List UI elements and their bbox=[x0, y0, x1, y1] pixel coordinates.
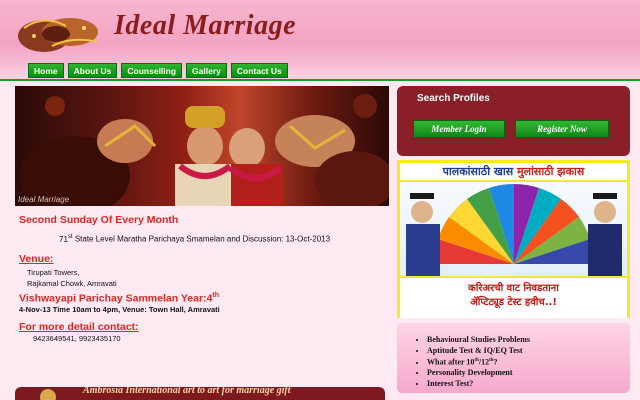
venue-line-2: Rajkamal Chowk, Amravati bbox=[27, 278, 117, 288]
nav-home[interactable]: Home bbox=[28, 63, 64, 78]
search-profiles-title: Search Profiles bbox=[417, 93, 490, 104]
event-number: 71 bbox=[59, 234, 68, 244]
service-item: Interest Test? bbox=[427, 379, 530, 390]
banner-tagline: करिअरची वाट निवडताना ॲप्टिट्यूड टेस्ट हव… bbox=[400, 278, 627, 318]
career-wheel-illustration bbox=[406, 184, 622, 276]
nav-contact-us[interactable]: Contact Us bbox=[230, 63, 288, 78]
services-list: Behavioural Studies Problems Aptitude Te… bbox=[397, 335, 530, 389]
vishwayapi-heading-text: Vishwayapi Parichay Sammelan Year:4 bbox=[19, 292, 213, 305]
banner-headline-parents: पालकांसाठी खास bbox=[442, 165, 514, 178]
hero-wedding-photo: Ideal Marriage bbox=[15, 86, 389, 206]
banner-tagline-line-1: करिअरची वाट निवडताना bbox=[468, 283, 559, 294]
search-profiles-panel: Search Profiles Member Login Register No… bbox=[397, 86, 630, 156]
event-number-suffix: st bbox=[67, 234, 73, 240]
vishwayapi-heading-suffix: th bbox=[212, 291, 220, 299]
banner-headline: पालकांसाठी खास मुलांसाठी झकास bbox=[400, 163, 627, 180]
contact-numbers: 9423649541, 9923435170 bbox=[33, 334, 121, 344]
gift-logo-icon bbox=[40, 389, 56, 400]
vishwayapi-details: 4-Nov-13 Time 10am to 4pm, Venue: Town H… bbox=[19, 305, 220, 315]
nav-about-us[interactable]: About Us bbox=[67, 63, 118, 78]
wedding-scene-illustration bbox=[20, 94, 389, 206]
main-nav: Home About Us Counselling Gallery Contac… bbox=[28, 63, 288, 78]
nav-counselling[interactable]: Counselling bbox=[121, 63, 183, 78]
member-login-button[interactable]: Member Login bbox=[413, 120, 505, 138]
banner-graphic bbox=[400, 182, 627, 276]
venue-label: Venue: bbox=[19, 252, 54, 265]
site-logo-text[interactable]: Ideal Marriage bbox=[114, 10, 296, 42]
nav-gallery[interactable]: Gallery bbox=[186, 63, 227, 78]
event-heading: Second Sunday Of Every Month bbox=[19, 214, 179, 226]
site-header: Ideal Marriage Home About Us Counselling… bbox=[0, 0, 640, 80]
contact-label: For more detail contact: bbox=[19, 321, 139, 334]
vishwayapi-heading: Vishwayapi Parichay Sammelan Year:4th bbox=[19, 292, 385, 305]
venue-line-1: Tirupati Towers, bbox=[27, 267, 80, 277]
service-item: What after 10th/12th? bbox=[427, 356, 530, 368]
banner-tagline-line-2: ॲप्टिट्यूड टेस्ट हवीच..! bbox=[470, 297, 557, 308]
event-info: Second Sunday Of Every Month 71st State … bbox=[19, 214, 385, 344]
aptitude-test-banner[interactable]: पालकांसाठी खास मुलांसाठी झकास करिअरची वा… bbox=[397, 160, 630, 318]
wedding-hands-logo-icon bbox=[18, 18, 99, 52]
service-item: Personality Development bbox=[427, 368, 530, 379]
event-description: 71st State Level Maratha Parichaya Smame… bbox=[19, 232, 385, 245]
bottom-banner-text: Ambrosia International art to art for ma… bbox=[83, 387, 291, 396]
services-box: Behavioural Studies Problems Aptitude Te… bbox=[397, 323, 630, 393]
service-item: Aptitude Test & IQ/EQ Test bbox=[427, 346, 530, 357]
register-now-button[interactable]: Register Now bbox=[515, 120, 609, 138]
bottom-banner: Ambrosia International art to art for ma… bbox=[15, 387, 385, 400]
service-item: Behavioural Studies Problems bbox=[427, 335, 530, 346]
event-description-text: State Level Maratha Parichaya Smamelan a… bbox=[74, 234, 331, 244]
banner-headline-children: मुलांसाठी झकास bbox=[517, 165, 585, 178]
hero-caption: Ideal Marriage bbox=[18, 195, 70, 204]
